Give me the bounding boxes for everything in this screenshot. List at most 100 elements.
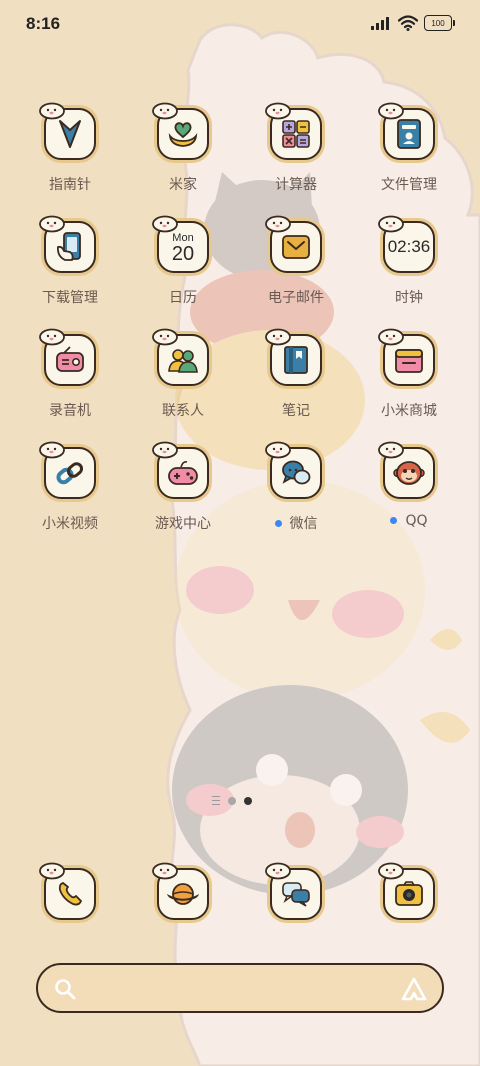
app-label: 计算器 — [275, 177, 317, 193]
calculator-tile — [265, 102, 322, 160]
tile-decoration-icon — [378, 441, 404, 459]
battery-level: 100 — [431, 18, 445, 28]
downloads-tile — [39, 215, 96, 273]
chain-link-icon — [56, 462, 84, 485]
app-label: 日历 — [169, 290, 197, 306]
app-label: 下载管理 — [42, 290, 98, 306]
app-contacts[interactable]: 联系人 — [127, 328, 239, 436]
app-calculator[interactable]: 计算器 — [240, 102, 352, 210]
mivideo-tile — [39, 441, 96, 499]
contacts-tile — [152, 328, 209, 386]
tile-decoration-icon — [265, 862, 291, 880]
app-email[interactable]: 电子邮件 — [240, 215, 352, 323]
search-bar[interactable] — [36, 963, 444, 1013]
phone-tile — [39, 862, 96, 920]
tile-decoration-icon — [378, 102, 404, 120]
app-label: 米家 — [169, 177, 197, 193]
app-mistore[interactable]: 小米商城 — [353, 328, 465, 436]
mijia-tile — [152, 102, 209, 160]
tile-decoration-icon — [378, 328, 404, 346]
tile-decoration-icon — [265, 215, 291, 233]
recorder-tile — [39, 328, 96, 386]
app-label: 指南针 — [49, 177, 91, 193]
qq-tile — [378, 441, 435, 499]
tile-decoration-icon — [265, 102, 291, 120]
calendar-month: Mon — [172, 231, 194, 244]
ai-assistant-icon[interactable] — [400, 976, 428, 1002]
gamepad-icon — [168, 461, 198, 485]
mistore-tile — [378, 328, 435, 386]
app-label: 时钟 — [395, 290, 423, 306]
tile-decoration-icon — [378, 215, 404, 233]
calendar-tile: Mon 20 — [152, 215, 209, 273]
camera-icon — [395, 881, 423, 906]
app-qq[interactable]: QQ — [353, 441, 465, 549]
status-bar: 8:16 100 — [0, 0, 480, 50]
calculator-icon — [282, 120, 310, 148]
app-label: 录音机 — [49, 403, 91, 419]
tile-decoration-icon — [152, 215, 178, 233]
app-compass[interactable]: 指南针 — [14, 102, 126, 210]
battery-indicator: 100 — [424, 15, 455, 31]
tile-decoration-icon — [39, 102, 65, 120]
wechat-tile — [265, 441, 322, 499]
app-label: 游戏中心 — [155, 516, 211, 532]
tile-decoration-icon — [378, 862, 404, 880]
dock-messages[interactable] — [240, 862, 352, 970]
page-indicator[interactable] — [212, 796, 252, 805]
new-badge-dot — [274, 519, 282, 527]
app-notes[interactable]: 笔记 — [240, 328, 352, 436]
app-downloads[interactable]: 下载管理 — [14, 215, 126, 323]
folder-id-icon — [397, 119, 421, 149]
tile-decoration-icon — [39, 441, 65, 459]
app-label: 小米商城 — [381, 403, 437, 419]
status-time: 8:16 — [26, 14, 61, 33]
dock-browser[interactable] — [127, 862, 239, 970]
messages-tile — [265, 862, 322, 920]
page-dot-current — [244, 796, 252, 805]
message-bubbles-icon — [282, 882, 310, 907]
tile-decoration-icon — [265, 441, 291, 459]
app-label: 小米视频 — [42, 516, 98, 532]
app-mijia[interactable]: 米家 — [127, 102, 239, 210]
radio-icon — [56, 346, 84, 372]
email-tile — [265, 215, 322, 273]
planet-icon — [167, 883, 199, 905]
app-clock[interactable]: 02:36 时钟 — [353, 215, 465, 323]
app-recorder[interactable]: 录音机 — [14, 328, 126, 436]
calendar-day: 20 — [171, 242, 195, 265]
search-input[interactable] — [98, 975, 382, 1003]
gamecenter-tile — [152, 441, 209, 499]
tile-decoration-icon — [39, 862, 65, 880]
app-mivideo[interactable]: 小米视频 — [14, 441, 126, 549]
app-label: 微信 — [289, 516, 318, 532]
dock-camera[interactable] — [353, 862, 465, 970]
search-icon — [55, 979, 76, 1000]
files-tile — [378, 102, 435, 160]
app-label: QQ — [405, 513, 428, 529]
app-wechat[interactable]: 微信 — [240, 441, 352, 549]
app-gamecenter[interactable]: 游戏中心 — [127, 441, 239, 549]
status-icons: 100 — [370, 15, 455, 31]
app-label: 文件管理 — [381, 177, 437, 193]
home-screen: 8:16 100 指南针 米家 计算器 文件管理 下载管理 Mon 20 日历 … — [0, 0, 480, 1066]
app-files[interactable]: 文件管理 — [353, 102, 465, 210]
page-dot — [228, 796, 236, 805]
browser-tile — [152, 862, 209, 920]
app-label-row: QQ — [353, 513, 465, 529]
people-icon — [168, 349, 198, 373]
app-label: 联系人 — [162, 403, 204, 419]
calendar-icon: Mon 20 — [172, 231, 194, 264]
app-calendar[interactable]: Mon 20 日历 — [127, 215, 239, 323]
notes-tile — [265, 328, 322, 386]
tile-decoration-icon — [152, 328, 178, 346]
wifi-icon — [398, 15, 418, 31]
chat-bubbles-icon — [282, 460, 311, 485]
dock-phone[interactable] — [14, 862, 126, 970]
phone-hand-icon — [56, 232, 81, 261]
tile-decoration-icon — [152, 102, 178, 120]
app-label: 电子邮件 — [268, 290, 324, 306]
monkey-face-icon — [393, 461, 425, 485]
book-icon — [284, 346, 308, 374]
new-badge-dot — [390, 516, 398, 524]
